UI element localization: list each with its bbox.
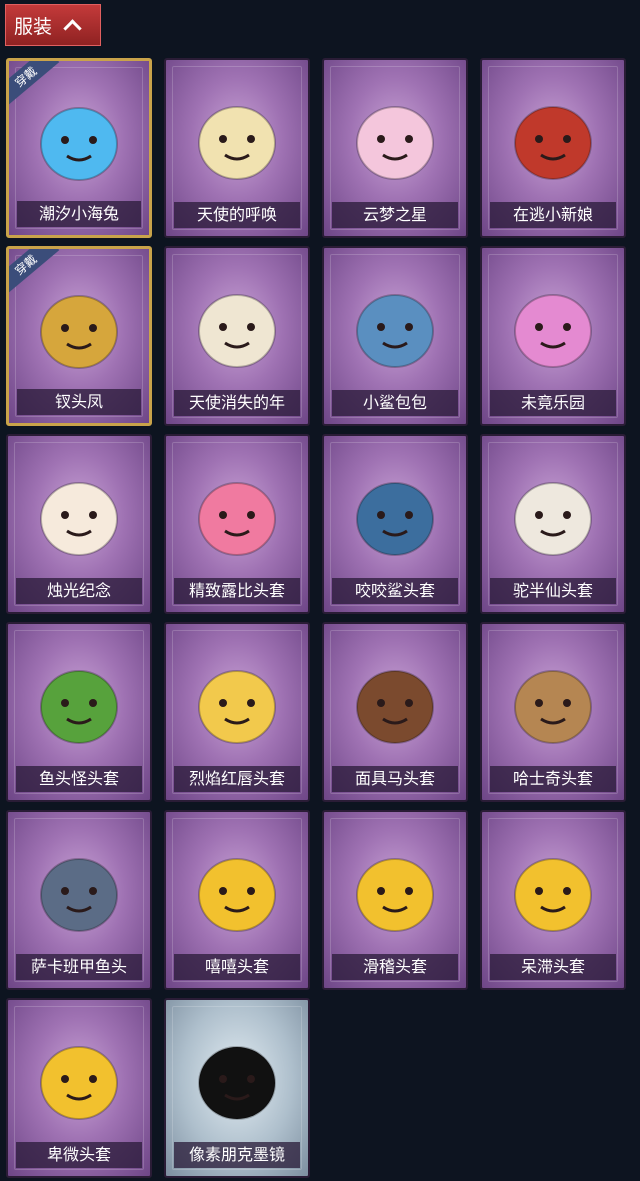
doll-icon bbox=[500, 272, 606, 382]
costume-label: 未竟乐园 bbox=[490, 390, 616, 416]
costume-label: 天使的呼唤 bbox=[174, 202, 300, 228]
costume-label: 呆滞头套 bbox=[490, 954, 616, 980]
pikachu-icon bbox=[184, 648, 290, 758]
costume-label: 天使消失的年 bbox=[174, 390, 300, 416]
costume-card[interactable]: 鱼头怪头套 bbox=[6, 622, 152, 802]
costume-card[interactable]: 呆滞头套 bbox=[480, 810, 626, 990]
costume-category-toggle[interactable]: 服装 bbox=[5, 4, 101, 46]
costume-label: 烛光纪念 bbox=[16, 578, 142, 604]
fish-head-icon bbox=[26, 648, 132, 758]
costume-label: 面具马头套 bbox=[332, 766, 458, 792]
grin-emoji-icon bbox=[184, 836, 290, 946]
costume-card[interactable]: 小鲨包包 bbox=[322, 246, 468, 426]
costume-card[interactable]: 未竟乐园 bbox=[480, 246, 626, 426]
phoenix-crown-icon bbox=[27, 273, 131, 383]
shark-head-icon bbox=[342, 460, 448, 570]
costume-label: 咬咬鲨头套 bbox=[332, 578, 458, 604]
costume-card[interactable]: 滑稽头套 bbox=[322, 810, 468, 990]
shark-bag-icon bbox=[342, 272, 448, 382]
candle-icon bbox=[26, 460, 132, 570]
stare-emoji-icon bbox=[500, 836, 606, 946]
costume-card[interactable]: 咬咬鲨头套 bbox=[322, 434, 468, 614]
unicorn-icon bbox=[342, 84, 448, 194]
costume-label: 像素朋克墨镜 bbox=[174, 1142, 300, 1168]
angel-icon bbox=[184, 84, 290, 194]
costume-card[interactable]: 在逃小新娘 bbox=[480, 58, 626, 238]
costume-card[interactable]: 面具马头套 bbox=[322, 622, 468, 802]
whale-icon bbox=[26, 836, 132, 946]
costume-card[interactable]: 精致露比头套 bbox=[164, 434, 310, 614]
costume-label: 云梦之星 bbox=[332, 202, 458, 228]
costume-card[interactable]: 卑微头套 bbox=[6, 998, 152, 1178]
costume-card[interactable]: 烈焰红唇头套 bbox=[164, 622, 310, 802]
costume-label: 滑稽头套 bbox=[332, 954, 458, 980]
costume-card[interactable]: 像素朋克墨镜 bbox=[164, 998, 310, 1178]
costume-label: 鱼头怪头套 bbox=[16, 766, 142, 792]
horse-head-icon bbox=[342, 648, 448, 758]
costume-card[interactable]: 天使消失的年 bbox=[164, 246, 310, 426]
alpaca-icon bbox=[500, 460, 606, 570]
blue-bunny-icon bbox=[27, 85, 131, 195]
costume-label: 潮汐小海兔 bbox=[17, 201, 141, 227]
costume-label: 在逃小新娘 bbox=[490, 202, 616, 228]
smirk-emoji-icon bbox=[342, 836, 448, 946]
costume-label: 烈焰红唇头套 bbox=[174, 766, 300, 792]
shy-emoji-icon bbox=[26, 1024, 132, 1134]
costume-card[interactable]: 天使的呼唤 bbox=[164, 58, 310, 238]
red-lamp-icon bbox=[500, 84, 606, 194]
costume-card[interactable]: 萨卡班甲鱼头 bbox=[6, 810, 152, 990]
dog-head-icon bbox=[500, 648, 606, 758]
pink-beaver-icon bbox=[184, 460, 290, 570]
pixel-glasses-icon bbox=[184, 1024, 290, 1134]
costume-label: 萨卡班甲鱼头 bbox=[16, 954, 142, 980]
costume-card[interactable]: 驼半仙头套 bbox=[480, 434, 626, 614]
costume-card[interactable]: 穿戴 潮汐小海兔 bbox=[6, 58, 152, 238]
veiled-angel-icon bbox=[184, 272, 290, 382]
costume-label: 卑微头套 bbox=[16, 1142, 142, 1168]
costume-card[interactable]: 穿戴 钗头凤 bbox=[6, 246, 152, 426]
costume-label: 驼半仙头套 bbox=[490, 578, 616, 604]
costume-card[interactable]: 烛光纪念 bbox=[6, 434, 152, 614]
costume-card[interactable]: 云梦之星 bbox=[322, 58, 468, 238]
costume-label: 钗头凤 bbox=[17, 389, 141, 415]
costume-label: 精致露比头套 bbox=[174, 578, 300, 604]
costume-card[interactable]: 哈士奇头套 bbox=[480, 622, 626, 802]
category-label: 服装 bbox=[14, 15, 53, 38]
chevron-up-icon bbox=[63, 18, 82, 38]
costume-card[interactable]: 嘻嘻头套 bbox=[164, 810, 310, 990]
costume-label: 哈士奇头套 bbox=[490, 766, 616, 792]
costume-label: 小鲨包包 bbox=[332, 390, 458, 416]
costume-label: 嘻嘻头套 bbox=[174, 954, 300, 980]
